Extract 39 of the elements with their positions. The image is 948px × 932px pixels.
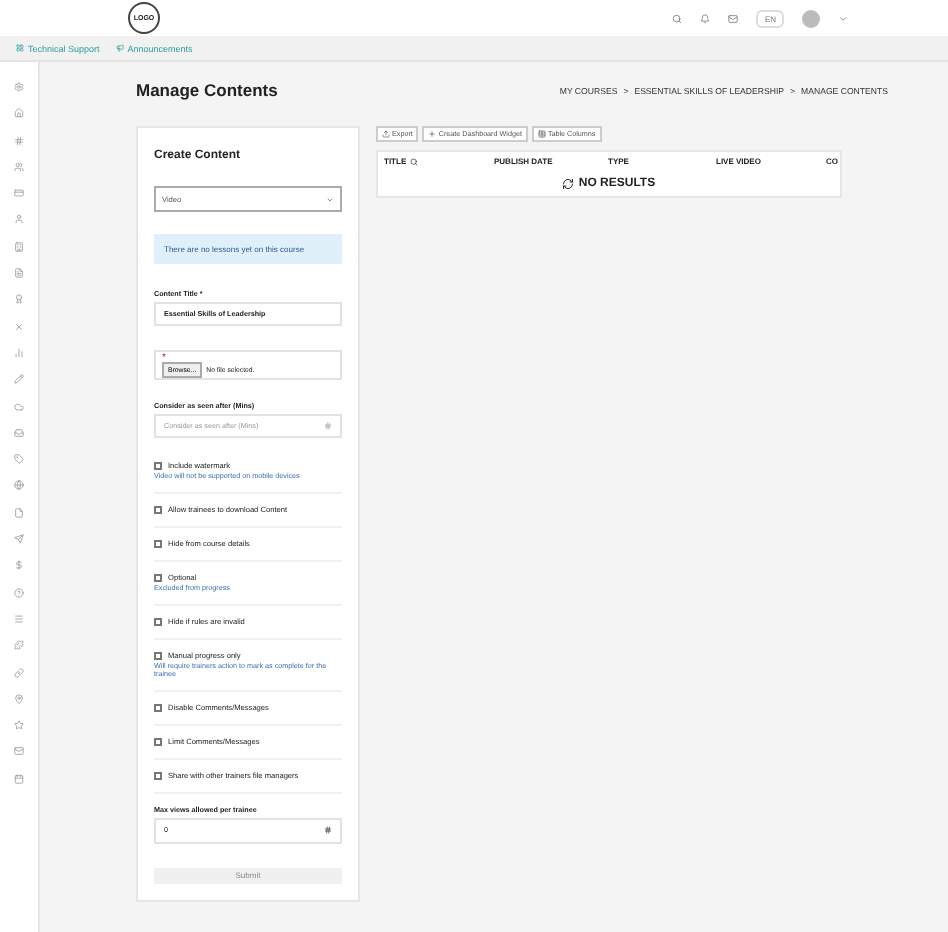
sidebar-icon[interactable] [14,773,24,784]
sidebar-icon[interactable] [14,294,24,305]
sidebar-icon[interactable] [14,613,24,624]
plus-icon [428,130,437,138]
sidebar-icon[interactable] [14,454,24,465]
sidebar-icon[interactable] [14,427,24,438]
refresh-icon [562,177,575,189]
sidebar-icon[interactable] [14,560,24,571]
sidebar-icon[interactable] [14,720,24,731]
sidebar-icon[interactable] [14,108,24,119]
bell-icon[interactable] [700,13,711,23]
sidebar-icon[interactable] [14,640,24,651]
sidebar-icon[interactable] [14,667,24,678]
sidebar-icon[interactable] [14,268,24,279]
page-title: Manage Contents [136,80,278,100]
sidebar-icon[interactable] [14,374,24,385]
upload-icon [382,130,390,138]
search-icon[interactable] [672,13,683,23]
sidebar-icon[interactable] [14,347,24,358]
search-icon[interactable] [410,157,419,165]
grid-icon [16,44,24,52]
sidebar-icon[interactable] [14,480,24,491]
sidebar-icon[interactable] [14,82,24,92]
caret-icon[interactable] [838,13,848,23]
sidebar-icon[interactable] [14,587,24,598]
mail-icon[interactable] [728,13,739,23]
sidebar-icon[interactable] [14,534,24,545]
sidebar-icon[interactable] [14,746,24,757]
table-icon [537,130,546,138]
megaphone-icon [115,44,124,52]
sidebar-icon[interactable] [14,401,24,412]
user-avatar[interactable] [802,9,820,27]
sidebar-icon[interactable] [14,507,24,518]
sidebar-icon[interactable] [14,693,24,704]
sidebar-icon[interactable] [14,161,24,172]
sidebar-icon[interactable] [14,135,24,146]
sidebar-icon[interactable] [14,214,24,225]
sidebar-icon[interactable] [14,241,24,252]
sidebar-icon[interactable] [14,188,24,199]
